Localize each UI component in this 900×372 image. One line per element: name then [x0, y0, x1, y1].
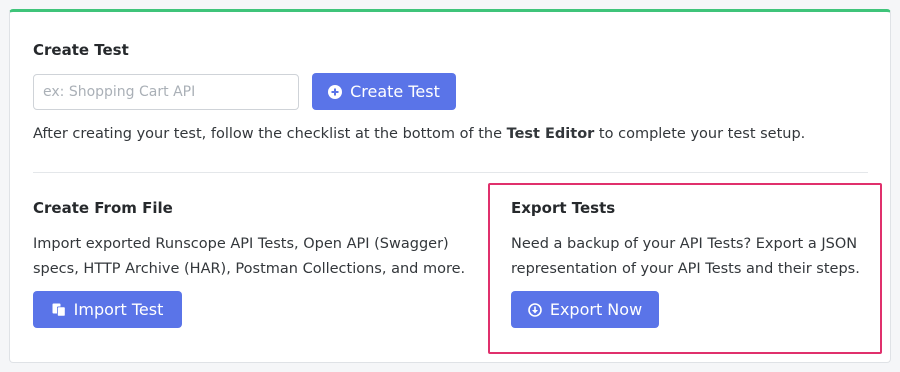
create-from-file-description-line1: Import exported Runscope API Tests, Open… [33, 236, 449, 252]
create-test-heading: Create Test [33, 41, 129, 59]
test-editor-emphasis: Test Editor [506, 126, 595, 142]
create-test-helper-text: After creating your test, follow the che… [33, 122, 805, 147]
create-from-file-description: Import exported Runscope API Tests, Open… [33, 232, 465, 282]
export-tests-highlight [488, 183, 882, 354]
test-name-input[interactable] [33, 74, 299, 110]
create-from-file-heading: Create From File [33, 199, 173, 217]
file-copy-icon [52, 303, 66, 317]
create-from-file-description-line2: specs, HTTP Archive (HAR), Postman Colle… [33, 261, 466, 277]
import-test-button-label: Import Test [73, 300, 164, 319]
import-test-button[interactable]: Import Test [33, 291, 182, 328]
create-test-button[interactable]: Create Test [312, 73, 456, 110]
plus-circle-icon [328, 84, 343, 99]
section-divider [33, 172, 868, 173]
test-creation-card: Create Test Create Test After creating y… [9, 9, 891, 363]
helper-text-before: After creating your test, follow the che… [33, 126, 507, 142]
create-test-button-label: Create Test [350, 82, 440, 101]
helper-text-after: to complete your test setup. [594, 126, 806, 142]
